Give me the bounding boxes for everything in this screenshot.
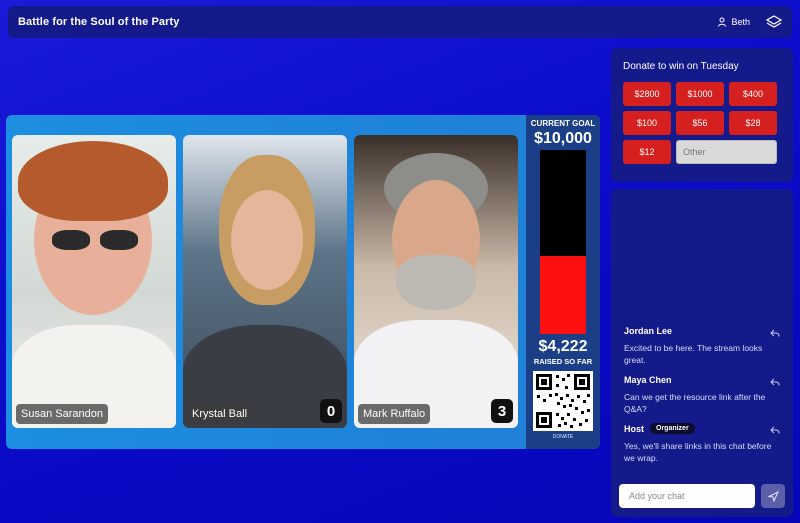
participant-name: Mark Ruffalo (358, 404, 431, 424)
chat-text: Yes, we'll share links in this chat befo… (624, 441, 772, 463)
chat-message: Maya Chen Can we get the resource link a… (624, 375, 784, 415)
reply-icon[interactable] (770, 377, 780, 387)
reply-icon[interactable] (770, 425, 780, 435)
organizer-badge: Organizer (650, 423, 695, 434)
donation-amounts: $2800 $1000 $400 $100 $56 $28 $12 Other (623, 82, 781, 164)
user-name: Beth (731, 17, 750, 27)
goal-value: $10,000 (534, 130, 592, 147)
send-icon (767, 490, 779, 502)
participant-count: 3 (491, 399, 513, 423)
donate-amount-button[interactable]: $1000 (676, 82, 724, 106)
video-tile-1[interactable]: Susan Sarandon (12, 135, 176, 428)
goal-label: CURRENT GOAL (530, 119, 596, 128)
reply-icon[interactable] (770, 328, 780, 338)
participant-count: 0 (320, 399, 342, 423)
fundraising-goal-panel: CURRENT GOAL $10,000 $4,222 RAISED SO FA… (526, 115, 600, 449)
raised-label: RAISED SO FAR (533, 357, 593, 366)
donate-amount-button[interactable]: $400 (729, 82, 777, 106)
chat-panel: Jordan Lee Excited to be here. The strea… (611, 189, 793, 517)
donate-qr-code[interactable] (533, 371, 593, 431)
video-stage: Susan Sarandon Krystal Ball 0 Mark Ruffa… (6, 115, 600, 449)
donate-amount-button[interactable]: $12 (623, 140, 671, 164)
donate-amount-button[interactable]: $100 (623, 111, 671, 135)
raised-value: $4,222 (538, 338, 588, 355)
goal-progress-fill (540, 256, 586, 334)
donate-amount-button[interactable]: $2800 (623, 82, 671, 106)
donate-amount-button[interactable]: $28 (729, 111, 777, 135)
qr-caption: DONATE (552, 434, 574, 440)
video-tile-2[interactable]: Krystal Ball 0 (183, 135, 347, 428)
participant-name: Krystal Ball (187, 404, 253, 424)
donate-amount-button[interactable]: $56 (676, 111, 724, 135)
chat-text: Excited to be here. The stream looks gre… (624, 343, 763, 365)
chat-text: Can we get the resource link after the Q… (624, 392, 766, 414)
user-icon (718, 17, 727, 27)
chat-input[interactable]: Add your chat (619, 484, 755, 508)
other-amount-input[interactable]: Other (676, 140, 777, 164)
chat-message: Jordan Lee Excited to be here. The strea… (624, 326, 784, 366)
page-title: Battle for the Soul of the Party (18, 16, 180, 28)
participant-name: Susan Sarandon (16, 404, 108, 424)
layers-logo-icon[interactable] (766, 14, 782, 30)
donate-card: Donate to win on Tuesday $2800 $1000 $40… (611, 48, 793, 182)
chat-author: Jordan Lee (624, 326, 673, 336)
chat-message: Host Organizer Yes, we'll share links in… (624, 423, 784, 464)
chat-author: Host (624, 423, 644, 434)
user-menu[interactable]: Beth (717, 17, 750, 27)
donate-title: Donate to win on Tuesday (623, 61, 739, 72)
video-tile-3[interactable]: Mark Ruffalo 3 (354, 135, 518, 428)
top-bar: Battle for the Soul of the Party Beth (8, 6, 792, 38)
goal-progress-bar (540, 150, 586, 334)
chat-author: Maya Chen (624, 375, 672, 385)
send-button[interactable] (761, 484, 785, 508)
